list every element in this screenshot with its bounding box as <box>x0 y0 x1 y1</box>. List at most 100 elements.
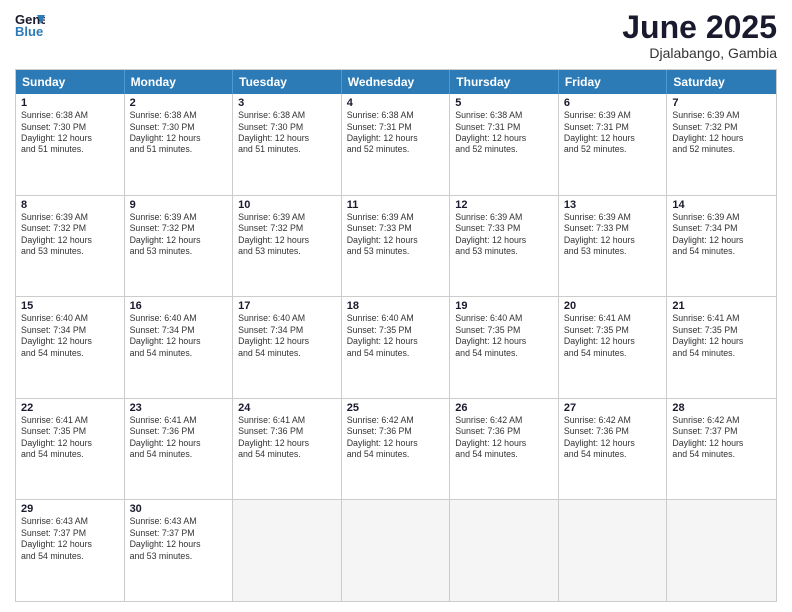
day-number: 24 <box>238 402 336 414</box>
svg-text:Blue: Blue <box>15 24 43 39</box>
empty-cell <box>559 500 668 601</box>
day-number: 11 <box>347 199 445 211</box>
day-number: 12 <box>455 199 553 211</box>
day-cell-4: 4Sunrise: 6:38 AM Sunset: 7:31 PM Daylig… <box>342 94 451 195</box>
day-info: Sunrise: 6:39 AM Sunset: 7:32 PM Dayligh… <box>130 212 228 258</box>
day-info: Sunrise: 6:39 AM Sunset: 7:33 PM Dayligh… <box>347 212 445 258</box>
header: General Blue June 2025 Djalabango, Gambi… <box>15 10 777 61</box>
calendar-row-2: 8Sunrise: 6:39 AM Sunset: 7:32 PM Daylig… <box>16 196 776 298</box>
day-info: Sunrise: 6:41 AM Sunset: 7:35 PM Dayligh… <box>564 313 662 359</box>
day-info: Sunrise: 6:39 AM Sunset: 7:32 PM Dayligh… <box>21 212 119 258</box>
day-number: 3 <box>238 97 336 109</box>
day-cell-2: 2Sunrise: 6:38 AM Sunset: 7:30 PM Daylig… <box>125 94 234 195</box>
empty-cell <box>342 500 451 601</box>
day-cell-27: 27Sunrise: 6:42 AM Sunset: 7:36 PM Dayli… <box>559 399 668 500</box>
day-cell-14: 14Sunrise: 6:39 AM Sunset: 7:34 PM Dayli… <box>667 196 776 297</box>
location: Djalabango, Gambia <box>622 45 777 61</box>
day-info: Sunrise: 6:41 AM Sunset: 7:36 PM Dayligh… <box>130 415 228 461</box>
day-of-week-sunday: Sunday <box>16 70 125 94</box>
page: General Blue June 2025 Djalabango, Gambi… <box>0 0 792 612</box>
day-number: 21 <box>672 300 771 312</box>
month-title: June 2025 <box>622 10 777 45</box>
day-cell-5: 5Sunrise: 6:38 AM Sunset: 7:31 PM Daylig… <box>450 94 559 195</box>
day-number: 28 <box>672 402 771 414</box>
day-number: 26 <box>455 402 553 414</box>
day-info: Sunrise: 6:38 AM Sunset: 7:31 PM Dayligh… <box>455 110 553 156</box>
day-cell-16: 16Sunrise: 6:40 AM Sunset: 7:34 PM Dayli… <box>125 297 234 398</box>
day-cell-28: 28Sunrise: 6:42 AM Sunset: 7:37 PM Dayli… <box>667 399 776 500</box>
day-number: 14 <box>672 199 771 211</box>
calendar-row-1: 1Sunrise: 6:38 AM Sunset: 7:30 PM Daylig… <box>16 94 776 196</box>
logo: General Blue <box>15 10 45 40</box>
day-number: 8 <box>21 199 119 211</box>
day-of-week-saturday: Saturday <box>667 70 776 94</box>
day-number: 29 <box>21 503 119 515</box>
day-number: 5 <box>455 97 553 109</box>
day-number: 10 <box>238 199 336 211</box>
day-info: Sunrise: 6:43 AM Sunset: 7:37 PM Dayligh… <box>21 516 119 562</box>
day-cell-22: 22Sunrise: 6:41 AM Sunset: 7:35 PM Dayli… <box>16 399 125 500</box>
day-info: Sunrise: 6:40 AM Sunset: 7:35 PM Dayligh… <box>347 313 445 359</box>
empty-cell <box>233 500 342 601</box>
day-info: Sunrise: 6:38 AM Sunset: 7:30 PM Dayligh… <box>130 110 228 156</box>
calendar: SundayMondayTuesdayWednesdayThursdayFrid… <box>15 69 777 602</box>
day-info: Sunrise: 6:43 AM Sunset: 7:37 PM Dayligh… <box>130 516 228 562</box>
day-cell-23: 23Sunrise: 6:41 AM Sunset: 7:36 PM Dayli… <box>125 399 234 500</box>
day-number: 19 <box>455 300 553 312</box>
day-number: 1 <box>21 97 119 109</box>
day-info: Sunrise: 6:42 AM Sunset: 7:37 PM Dayligh… <box>672 415 771 461</box>
day-cell-10: 10Sunrise: 6:39 AM Sunset: 7:32 PM Dayli… <box>233 196 342 297</box>
day-info: Sunrise: 6:40 AM Sunset: 7:35 PM Dayligh… <box>455 313 553 359</box>
day-number: 17 <box>238 300 336 312</box>
day-info: Sunrise: 6:42 AM Sunset: 7:36 PM Dayligh… <box>455 415 553 461</box>
day-number: 13 <box>564 199 662 211</box>
day-number: 7 <box>672 97 771 109</box>
day-number: 30 <box>130 503 228 515</box>
day-info: Sunrise: 6:38 AM Sunset: 7:30 PM Dayligh… <box>238 110 336 156</box>
day-cell-30: 30Sunrise: 6:43 AM Sunset: 7:37 PM Dayli… <box>125 500 234 601</box>
day-cell-9: 9Sunrise: 6:39 AM Sunset: 7:32 PM Daylig… <box>125 196 234 297</box>
day-of-week-wednesday: Wednesday <box>342 70 451 94</box>
day-info: Sunrise: 6:38 AM Sunset: 7:30 PM Dayligh… <box>21 110 119 156</box>
day-number: 25 <box>347 402 445 414</box>
day-info: Sunrise: 6:39 AM Sunset: 7:33 PM Dayligh… <box>455 212 553 258</box>
day-info: Sunrise: 6:42 AM Sunset: 7:36 PM Dayligh… <box>564 415 662 461</box>
day-cell-20: 20Sunrise: 6:41 AM Sunset: 7:35 PM Dayli… <box>559 297 668 398</box>
day-cell-21: 21Sunrise: 6:41 AM Sunset: 7:35 PM Dayli… <box>667 297 776 398</box>
day-number: 6 <box>564 97 662 109</box>
day-cell-25: 25Sunrise: 6:42 AM Sunset: 7:36 PM Dayli… <box>342 399 451 500</box>
day-cell-3: 3Sunrise: 6:38 AM Sunset: 7:30 PM Daylig… <box>233 94 342 195</box>
day-of-week-thursday: Thursday <box>450 70 559 94</box>
day-cell-19: 19Sunrise: 6:40 AM Sunset: 7:35 PM Dayli… <box>450 297 559 398</box>
day-number: 9 <box>130 199 228 211</box>
day-cell-18: 18Sunrise: 6:40 AM Sunset: 7:35 PM Dayli… <box>342 297 451 398</box>
day-number: 20 <box>564 300 662 312</box>
day-cell-1: 1Sunrise: 6:38 AM Sunset: 7:30 PM Daylig… <box>16 94 125 195</box>
title-block: June 2025 Djalabango, Gambia <box>622 10 777 61</box>
day-info: Sunrise: 6:39 AM Sunset: 7:34 PM Dayligh… <box>672 212 771 258</box>
day-info: Sunrise: 6:41 AM Sunset: 7:35 PM Dayligh… <box>21 415 119 461</box>
empty-cell <box>667 500 776 601</box>
calendar-row-4: 22Sunrise: 6:41 AM Sunset: 7:35 PM Dayli… <box>16 399 776 501</box>
day-info: Sunrise: 6:39 AM Sunset: 7:32 PM Dayligh… <box>238 212 336 258</box>
day-info: Sunrise: 6:42 AM Sunset: 7:36 PM Dayligh… <box>347 415 445 461</box>
calendar-row-5: 29Sunrise: 6:43 AM Sunset: 7:37 PM Dayli… <box>16 500 776 601</box>
day-number: 27 <box>564 402 662 414</box>
day-number: 18 <box>347 300 445 312</box>
day-cell-26: 26Sunrise: 6:42 AM Sunset: 7:36 PM Dayli… <box>450 399 559 500</box>
day-cell-13: 13Sunrise: 6:39 AM Sunset: 7:33 PM Dayli… <box>559 196 668 297</box>
day-of-week-monday: Monday <box>125 70 234 94</box>
calendar-row-3: 15Sunrise: 6:40 AM Sunset: 7:34 PM Dayli… <box>16 297 776 399</box>
day-info: Sunrise: 6:40 AM Sunset: 7:34 PM Dayligh… <box>21 313 119 359</box>
empty-cell <box>450 500 559 601</box>
day-number: 22 <box>21 402 119 414</box>
day-info: Sunrise: 6:40 AM Sunset: 7:34 PM Dayligh… <box>238 313 336 359</box>
day-number: 15 <box>21 300 119 312</box>
calendar-body: 1Sunrise: 6:38 AM Sunset: 7:30 PM Daylig… <box>16 94 776 601</box>
calendar-header: SundayMondayTuesdayWednesdayThursdayFrid… <box>16 70 776 94</box>
day-cell-6: 6Sunrise: 6:39 AM Sunset: 7:31 PM Daylig… <box>559 94 668 195</box>
day-info: Sunrise: 6:40 AM Sunset: 7:34 PM Dayligh… <box>130 313 228 359</box>
day-info: Sunrise: 6:41 AM Sunset: 7:35 PM Dayligh… <box>672 313 771 359</box>
day-cell-24: 24Sunrise: 6:41 AM Sunset: 7:36 PM Dayli… <box>233 399 342 500</box>
day-cell-8: 8Sunrise: 6:39 AM Sunset: 7:32 PM Daylig… <box>16 196 125 297</box>
